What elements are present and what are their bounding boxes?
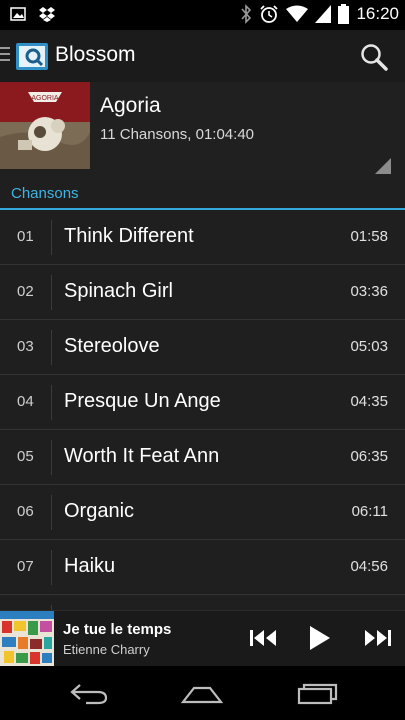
- track-number: 05: [17, 448, 34, 465]
- cover-logo-text: AGORIA: [31, 95, 59, 102]
- image-icon: [10, 6, 26, 22]
- track-row[interactable]: 07 Haiku 04:56: [0, 540, 405, 595]
- track-row[interactable]: 01 Think Different 01:58: [0, 210, 405, 265]
- bluetooth-icon: [240, 4, 252, 24]
- status-bar: 16:20: [0, 0, 405, 30]
- track-duration: 04:56: [350, 558, 388, 575]
- track-duration: 06:11: [351, 503, 388, 520]
- now-playing-cover: [0, 611, 54, 666]
- home-icon[interactable]: [180, 682, 224, 706]
- track-separator: [51, 440, 52, 475]
- track-row[interactable]: 05 Worth It Feat Ann 06:35: [0, 430, 405, 485]
- track-number: 03: [17, 338, 34, 355]
- track-title: Haiku: [64, 555, 116, 577]
- track-title: Think Different: [64, 225, 194, 247]
- track-separator: [51, 385, 52, 420]
- track-title: Spinach Girl: [64, 280, 173, 302]
- track-title: Presque Un Ange: [64, 390, 221, 412]
- track-number: 02: [17, 283, 34, 300]
- track-title: Stereolove: [64, 335, 160, 357]
- track-number: 01: [17, 228, 34, 245]
- track-separator: [51, 275, 52, 310]
- album-meta: 11 Chansons, 01:04:40: [100, 126, 255, 143]
- track-separator: [51, 330, 52, 365]
- track-title: Organic: [64, 500, 135, 522]
- track-duration: 03:36: [350, 283, 388, 300]
- wifi-icon: [286, 5, 309, 23]
- track-duration: 05:03: [350, 338, 388, 355]
- app-title: Blossom: [55, 43, 136, 66]
- track-row[interactable]: 03 Stereolove 05:03: [0, 320, 405, 375]
- clock-time: 16:20: [356, 4, 399, 23]
- previous-icon[interactable]: [250, 628, 278, 648]
- track-separator: [51, 550, 52, 585]
- track-row[interactable]: [0, 595, 405, 610]
- album-cover: AGORIA: [0, 82, 90, 169]
- track-list[interactable]: 01 Think Different 01:58 02 Spinach Girl 03:3…: [0, 210, 405, 610]
- app-icon[interactable]: [16, 43, 48, 70]
- play-icon[interactable]: [308, 624, 332, 652]
- now-playing-artist: Etienne Charry: [63, 642, 150, 657]
- track-row[interactable]: 02 Spinach Girl 03:36: [0, 265, 405, 320]
- search-icon[interactable]: [359, 42, 389, 72]
- back-icon[interactable]: [68, 682, 110, 706]
- track-duration: 01:58: [350, 228, 388, 245]
- track-row[interactable]: 06 Organic 06:11: [0, 485, 405, 540]
- track-number: 07: [17, 558, 34, 575]
- next-icon[interactable]: [363, 628, 391, 648]
- action-bar: Blossom: [0, 30, 405, 82]
- section-tab-chansons[interactable]: Chansons: [11, 185, 79, 202]
- track-title: Worth It Feat Ann: [64, 445, 220, 467]
- track-number: 04: [17, 393, 34, 410]
- track-separator: [51, 495, 52, 530]
- track-separator: [51, 220, 52, 255]
- recent-apps-icon[interactable]: [296, 682, 340, 706]
- alarm-icon: [259, 4, 279, 24]
- drawer-icon[interactable]: [0, 47, 10, 65]
- battery-icon: [338, 4, 350, 24]
- track-duration: 04:35: [350, 393, 388, 410]
- track-row[interactable]: 04 Presque Un Ange 04:35: [0, 375, 405, 430]
- track-number: 06: [17, 503, 34, 520]
- dropbox-icon: [38, 6, 56, 22]
- album-title: Agoria: [100, 94, 161, 117]
- track-duration: 06:35: [350, 448, 388, 465]
- now-playing-bar[interactable]: [0, 610, 405, 667]
- signal-icon: [315, 5, 332, 23]
- expand-corner-icon[interactable]: [375, 158, 391, 174]
- now-playing-title: Je tue le temps: [63, 621, 172, 638]
